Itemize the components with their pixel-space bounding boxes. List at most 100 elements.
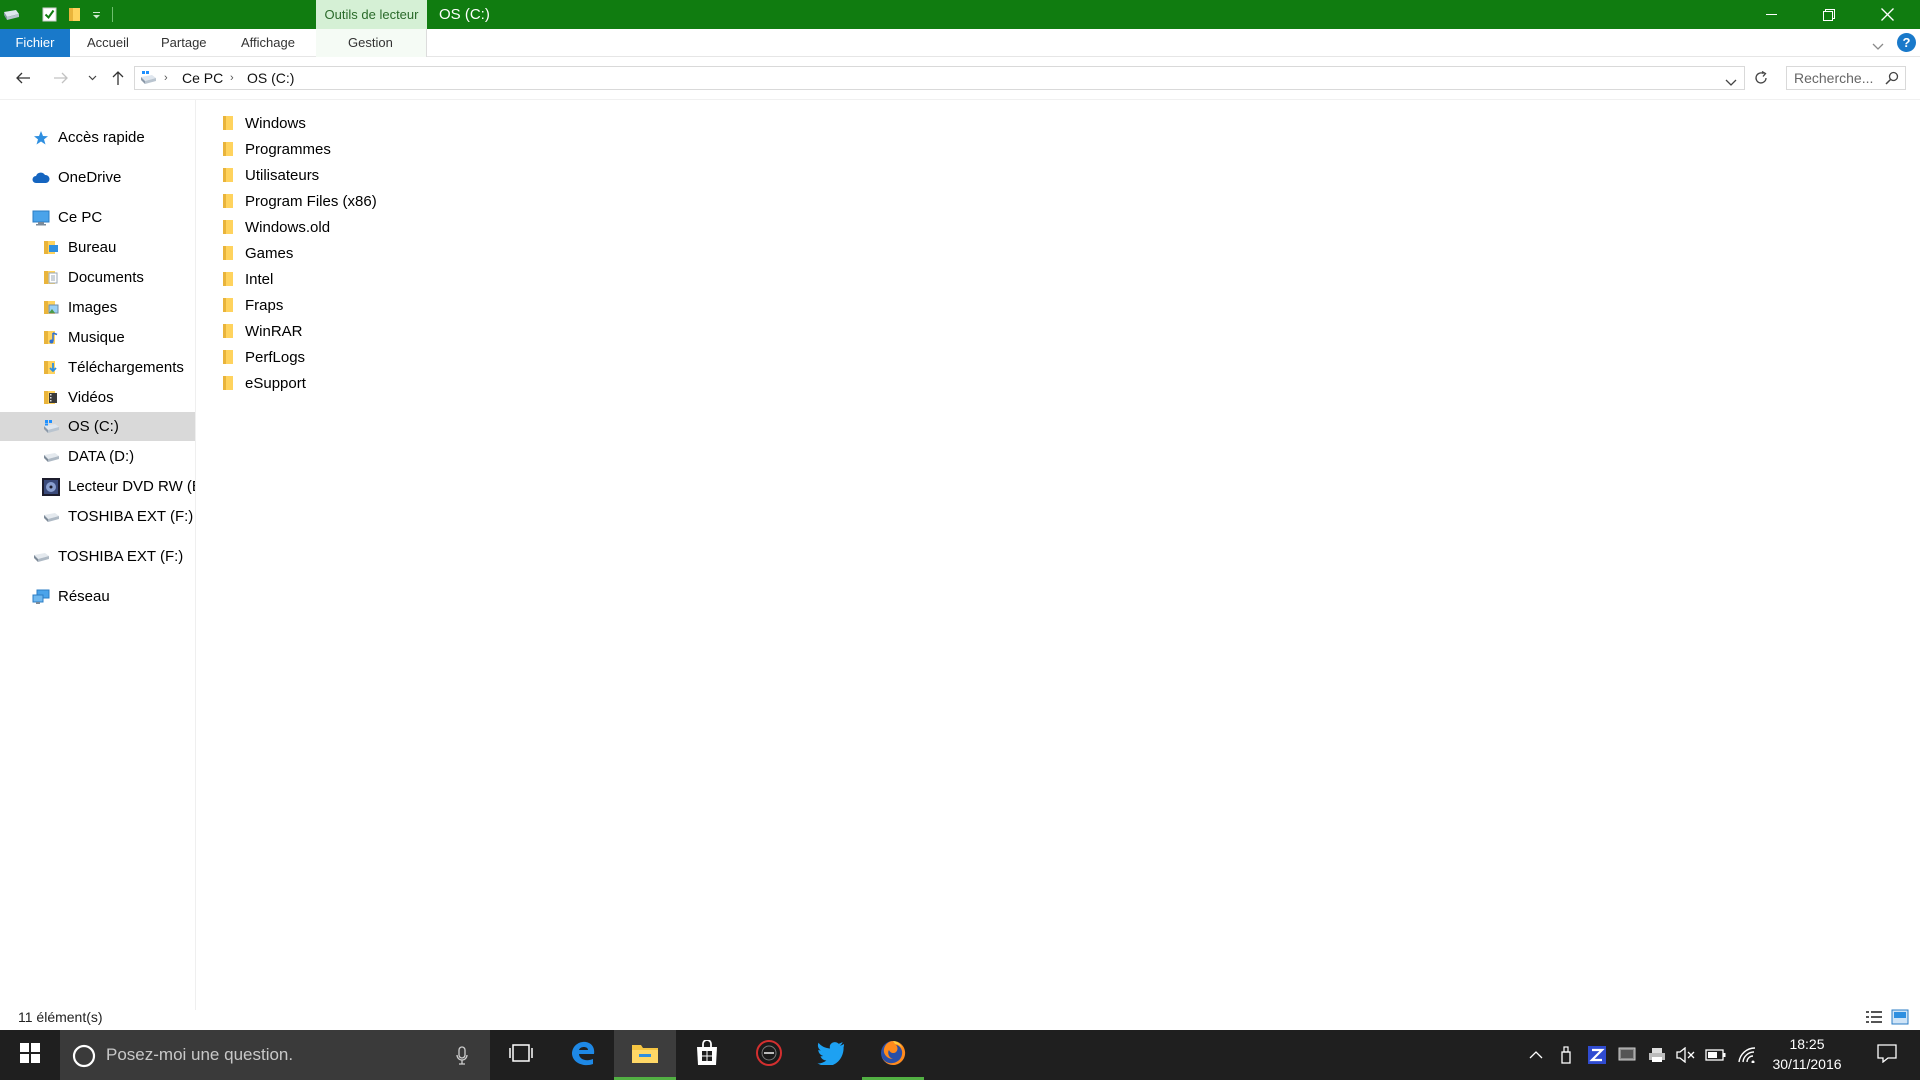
file-list: Windows Programmes Utilisateurs Program …	[220, 110, 1900, 410]
list-item-fraps[interactable]: Fraps	[220, 292, 283, 318]
tab-accueil[interactable]: Accueil	[87, 29, 129, 57]
up-button[interactable]	[105, 65, 131, 91]
breadcrumb-separator[interactable]: ›	[164, 67, 168, 89]
nav-item-ce-pc[interactable]: Ce PC	[0, 203, 195, 232]
action-center-button[interactable]	[1867, 1030, 1907, 1080]
folder-icon	[220, 245, 238, 261]
nav-item-toshiba-ext-f-root[interactable]: TOSHIBA EXT (F:)	[0, 542, 195, 571]
list-item-windows[interactable]: Windows	[220, 110, 306, 136]
nav-item-telechargements[interactable]: Téléchargements	[0, 353, 195, 382]
edge-icon	[570, 1040, 596, 1071]
breadcrumb-separator[interactable]: ›	[230, 67, 234, 89]
item-count: 11 élément(s)	[18, 1009, 103, 1025]
breadcrumb-ce-pc[interactable]: Ce PC	[182, 67, 223, 89]
clock-date: 30/11/2016	[1772, 1056, 1842, 1072]
taskbar-clock[interactable]: 18:25 30/11/2016	[1762, 1030, 1852, 1080]
taskbar-file-explorer[interactable]	[614, 1030, 676, 1080]
address-history-chevron-icon[interactable]	[1725, 74, 1737, 92]
back-button[interactable]	[10, 65, 36, 91]
search-input[interactable]	[1787, 67, 1881, 89]
drive-window-icon[interactable]	[0, 0, 22, 29]
task-view-button[interactable]	[490, 1030, 552, 1080]
nav-item-label: Documents	[68, 269, 144, 286]
nav-item-reseau[interactable]: Réseau	[0, 582, 195, 611]
list-item-winrar[interactable]: WinRAR	[220, 318, 303, 344]
tab-partage[interactable]: Partage	[161, 29, 207, 57]
breadcrumb-os-c[interactable]: OS (C:)	[247, 67, 294, 89]
search-icon[interactable]	[1885, 71, 1899, 90]
z-app-tray-icon[interactable]	[1584, 1030, 1610, 1080]
list-item-games[interactable]: Games	[220, 240, 293, 266]
tab-gestion[interactable]: Gestion	[348, 29, 393, 57]
list-item-perflogs[interactable]: PerfLogs	[220, 344, 305, 370]
wifi-icon[interactable]	[1734, 1030, 1760, 1080]
battery-icon[interactable]	[1703, 1030, 1729, 1080]
search-box[interactable]	[1786, 66, 1906, 90]
printer-tray-icon[interactable]	[1644, 1030, 1670, 1080]
file-name: WinRAR	[245, 322, 303, 340]
help-button[interactable]: ?	[1897, 33, 1916, 52]
nav-item-onedrive[interactable]: OneDrive	[0, 163, 195, 192]
usb-device-icon[interactable]	[1553, 1030, 1579, 1080]
nav-item-os-c[interactable]: OS (C:)	[0, 412, 195, 441]
file-name: Fraps	[245, 296, 284, 314]
nav-item-label: OS (C:)	[68, 418, 119, 435]
nav-item-musique[interactable]: Musique	[0, 323, 195, 352]
start-button[interactable]	[0, 1030, 60, 1080]
list-item-windows-old[interactable]: Windows.old	[220, 214, 330, 240]
taskbar-asus-app[interactable]	[738, 1030, 800, 1080]
drive-tools-context-tab[interactable]: Outils de lecteur	[316, 0, 427, 29]
show-hidden-icons-button[interactable]	[1523, 1030, 1549, 1080]
recent-locations-button[interactable]	[79, 65, 105, 91]
list-item-esupport[interactable]: eSupport	[220, 370, 306, 396]
file-name: Program Files (x86)	[245, 192, 377, 210]
minimize-button[interactable]	[1742, 0, 1800, 29]
folder-icon	[220, 349, 238, 365]
cortana-search-box[interactable]: Posez-moi une question.	[60, 1030, 490, 1080]
folder-icon	[220, 271, 238, 287]
customize-toolbar-icon[interactable]	[86, 0, 106, 29]
volume-muted-icon[interactable]	[1673, 1030, 1699, 1080]
navigation-pane: Accès rapide OneDrive Ce PC Bureau Docum…	[0, 100, 196, 1010]
nav-item-acces-rapide[interactable]: Accès rapide	[0, 123, 195, 152]
folder-icon	[220, 297, 238, 313]
expand-ribbon-button[interactable]	[1872, 38, 1884, 56]
windows-logo-icon	[20, 1042, 40, 1068]
file-name: Programmes	[245, 140, 331, 158]
network-icon	[31, 587, 51, 607]
close-button[interactable]	[1858, 0, 1916, 29]
nav-item-toshiba-ext-f[interactable]: TOSHIBA EXT (F:)	[0, 502, 195, 531]
list-item-program-files-x86[interactable]: Program Files (x86)	[220, 188, 377, 214]
taskbar-firefox[interactable]	[862, 1030, 924, 1080]
nav-item-images[interactable]: Images	[0, 293, 195, 322]
large-icons-view-icon[interactable]	[1891, 1009, 1909, 1025]
file-explorer-window: Outils de lecteur OS (C:) Fichier Accuei…	[0, 0, 1920, 1080]
display-tray-icon[interactable]	[1614, 1030, 1640, 1080]
taskbar-twitter[interactable]	[800, 1030, 862, 1080]
properties-icon[interactable]	[38, 0, 60, 29]
nav-item-videos[interactable]: Vidéos	[0, 383, 195, 412]
nav-item-data-d[interactable]: DATA (D:)	[0, 442, 195, 471]
nav-item-lecteur-dvd[interactable]: Lecteur DVD RW (E:	[0, 472, 195, 501]
folder-icon	[220, 193, 238, 209]
notification-icon	[1877, 1043, 1897, 1068]
list-item-programmes[interactable]: Programmes	[220, 136, 331, 162]
taskbar-store[interactable]	[676, 1030, 738, 1080]
list-item-utilisateurs[interactable]: Utilisateurs	[220, 162, 319, 188]
refresh-button[interactable]	[1749, 65, 1773, 91]
tab-affichage[interactable]: Affichage	[241, 29, 295, 57]
microphone-icon[interactable]	[456, 1046, 468, 1071]
details-view-icon[interactable]	[1865, 1009, 1883, 1025]
tab-fichier[interactable]: Fichier	[0, 29, 70, 57]
taskbar-edge[interactable]	[552, 1030, 614, 1080]
list-item-intel[interactable]: Intel	[220, 266, 273, 292]
status-bar: 11 élément(s)	[0, 1004, 1920, 1030]
forward-button[interactable]	[48, 65, 74, 91]
new-folder-icon[interactable]	[64, 0, 86, 29]
nav-item-bureau[interactable]: Bureau	[0, 233, 195, 262]
cortana-placeholder: Posez-moi une question.	[106, 1045, 294, 1064]
nav-item-documents[interactable]: Documents	[0, 263, 195, 292]
address-box[interactable]: › Ce PC › OS (C:)	[134, 66, 1745, 90]
nav-item-label: Lecteur DVD RW (E:	[68, 478, 195, 495]
restore-button[interactable]	[1800, 0, 1858, 29]
